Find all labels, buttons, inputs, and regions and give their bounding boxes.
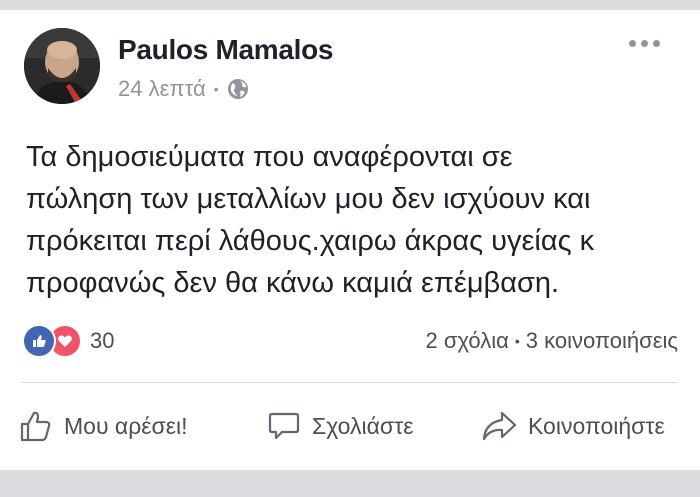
like-button[interactable]: Μου αρέσει!: [18, 400, 188, 452]
post-text-line: Τα δημοσιεύματα που αναφέρονται σε: [26, 141, 513, 173]
comment-label: Σχολιάστε: [312, 412, 414, 439]
action-bar: Μου αρέσει! Σχολιάστε Κοινοποιήστε: [0, 400, 700, 452]
comment-button[interactable]: Σχολιάστε: [266, 400, 413, 452]
more-options-icon[interactable]: [629, 40, 660, 47]
share-arrow-icon: [482, 411, 517, 441]
reaction-count: 30: [90, 328, 115, 353]
post-text-line: προφανώς δεν θα κάνω καμιά επέμβαση.: [26, 267, 560, 299]
post-text-line: πώληση των μεταλλίων μου δεν ισχύουν και: [26, 183, 591, 215]
shares-count[interactable]: 3 κοινοποιήσεις: [526, 328, 678, 354]
like-reaction-icon: [22, 324, 56, 358]
share-button[interactable]: Κοινοποιήστε: [480, 400, 665, 452]
comment-icon: [268, 412, 300, 440]
reactions-summary[interactable]: 30: [22, 324, 114, 358]
avatar-photo: [24, 28, 100, 104]
meta-separator: •: [213, 81, 219, 97]
avatar[interactable]: [24, 28, 100, 104]
like-label: Μου αρέσει!: [64, 412, 188, 439]
comments-count[interactable]: 2 σχόλια: [426, 328, 509, 354]
post-card: Paulos Mamalos 24 λεπτά • Τα δημοσιεύματ…: [0, 10, 700, 470]
divider: [22, 382, 678, 383]
globe-icon: [227, 78, 249, 100]
post-time[interactable]: 24 λεπτά: [118, 76, 206, 102]
post-text-line: πρόκειται περί λάθους.χαιρω άκρας υγείας…: [26, 225, 595, 257]
post-stats: 2 σχόλια • 3 κοινοποιήσεις: [426, 328, 678, 354]
thumbs-up-icon: [20, 411, 51, 442]
stats-separator: •: [514, 333, 520, 349]
post-meta: 24 λεπτά •: [118, 76, 249, 102]
share-label: Κοινοποιήστε: [528, 412, 665, 439]
post-body: Τα δημοσιεύματα που αναφέρονται σε πώλησ…: [26, 136, 676, 304]
author-name[interactable]: Paulos Mamalos: [118, 34, 334, 66]
